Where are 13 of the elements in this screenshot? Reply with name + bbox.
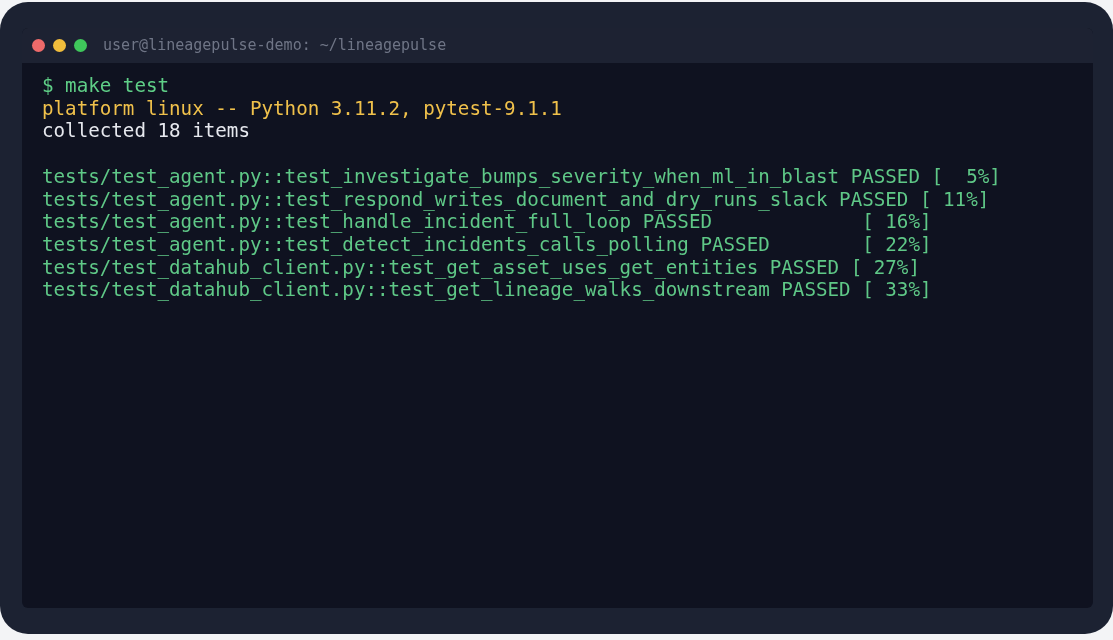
test-result-line: tests/test_agent.py::test_handle_incident_full_loop PASSED [ 16%] [42, 211, 932, 234]
test-result-line: tests/test_datahub_client.py::test_get_lineage_walks_downstream PASSED [ 33%] [42, 279, 932, 303]
test-result-line: tests/test_datahub_client.py::test_get_asset_uses_get_entities PASSED [ 27%] [42, 256, 920, 280]
output-line: collected 18 items [42, 120, 250, 144]
minimize-button[interactable] [53, 39, 66, 52]
command-line: $ make test [42, 75, 170, 98]
platform-info-line: platform linux -- Python 3.11.2, pytest-9.1.1 [42, 97, 562, 121]
test-result-line: tests/test_agent.py::test_respond_writes_document_and_dry_runs_slack PASSED [ 11%] [42, 188, 990, 212]
zoom-button[interactable] [74, 39, 87, 52]
test-result-line: tests/test_agent.py::test_investigate_bumps_severity_when_ml_in_blast PASSED [ 5%] [42, 165, 1001, 189]
close-button[interactable] [32, 39, 45, 52]
test-result-line: tests/test_agent.py::test_detect_incidents_calls_polling PASSED [ 22%] [42, 233, 932, 257]
window-title: user@lineagepulse-demo: ~/lineagepulse [103, 35, 447, 57]
